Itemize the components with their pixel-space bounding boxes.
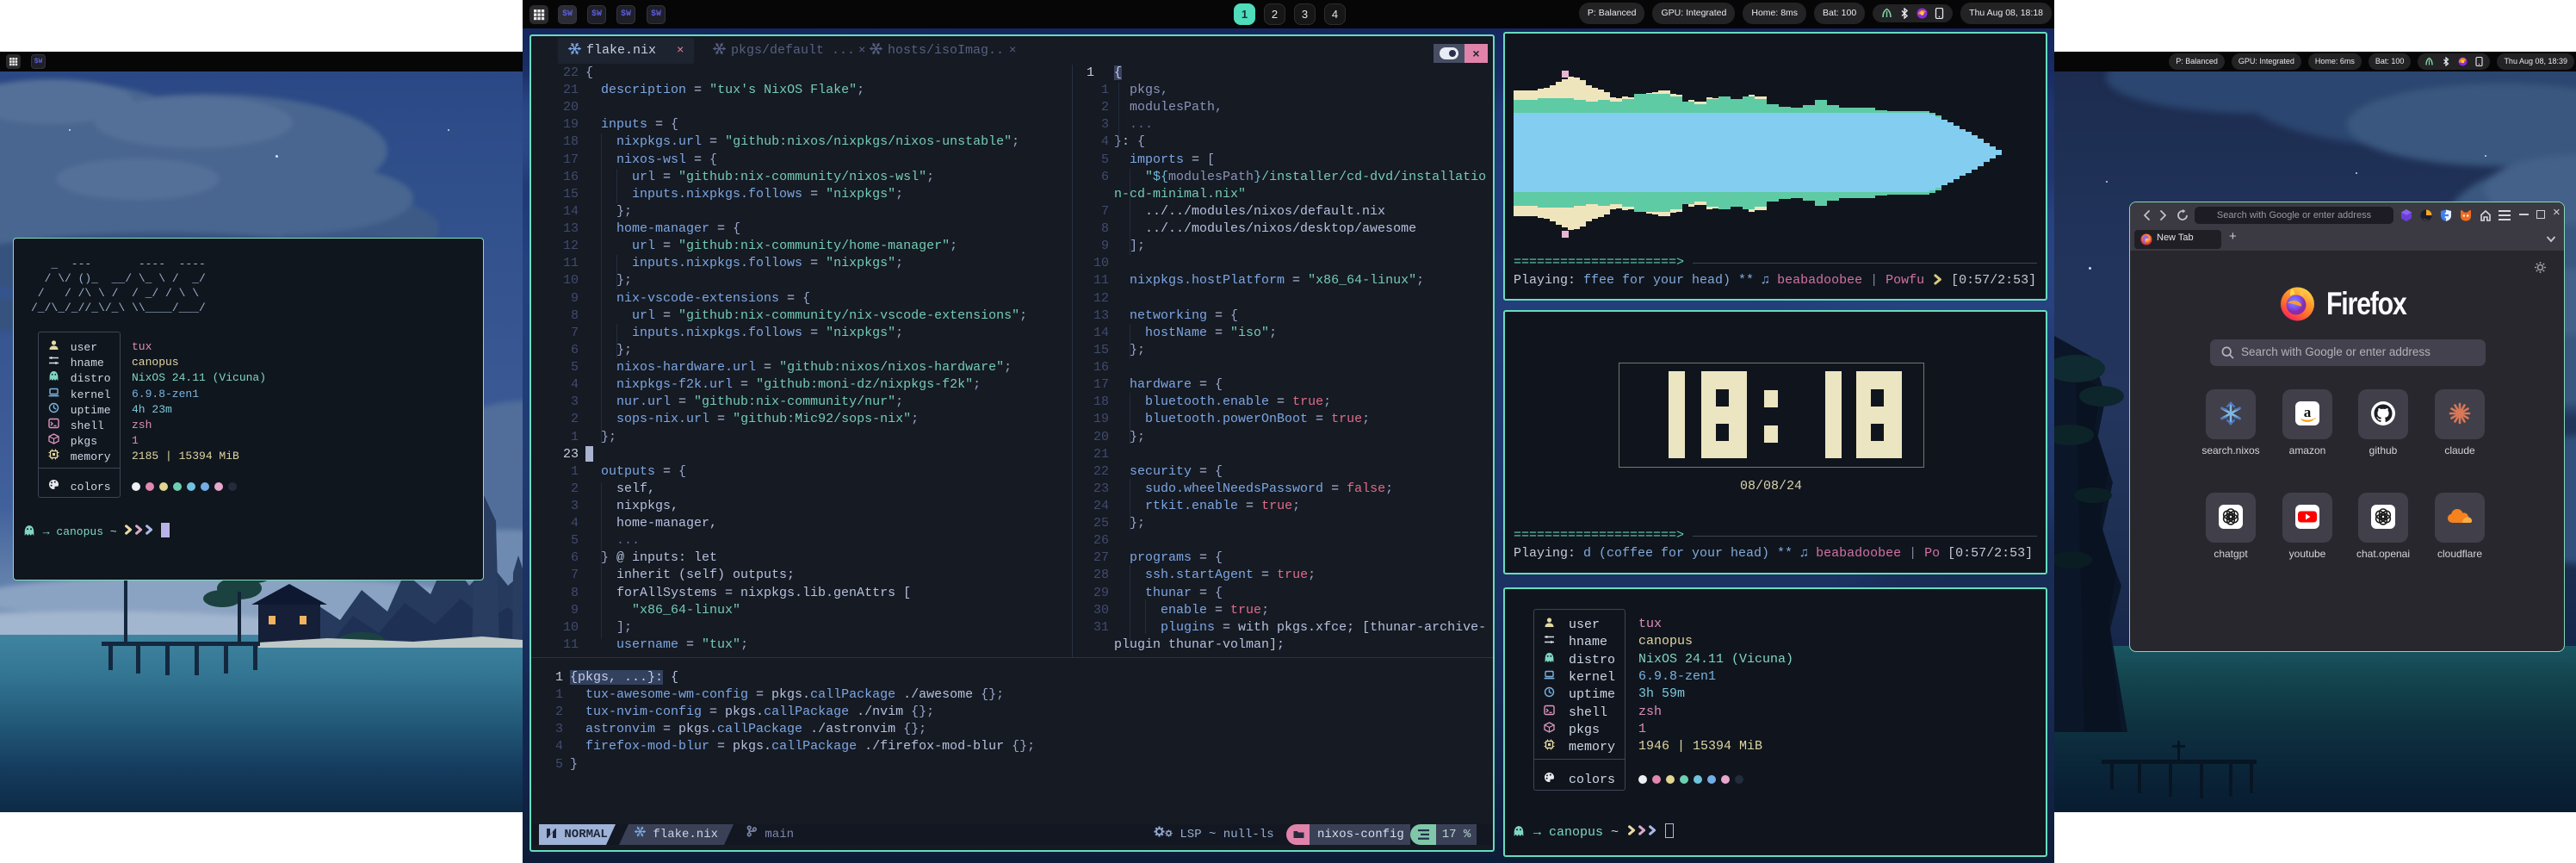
svg-text:a: a — [2304, 404, 2312, 420]
